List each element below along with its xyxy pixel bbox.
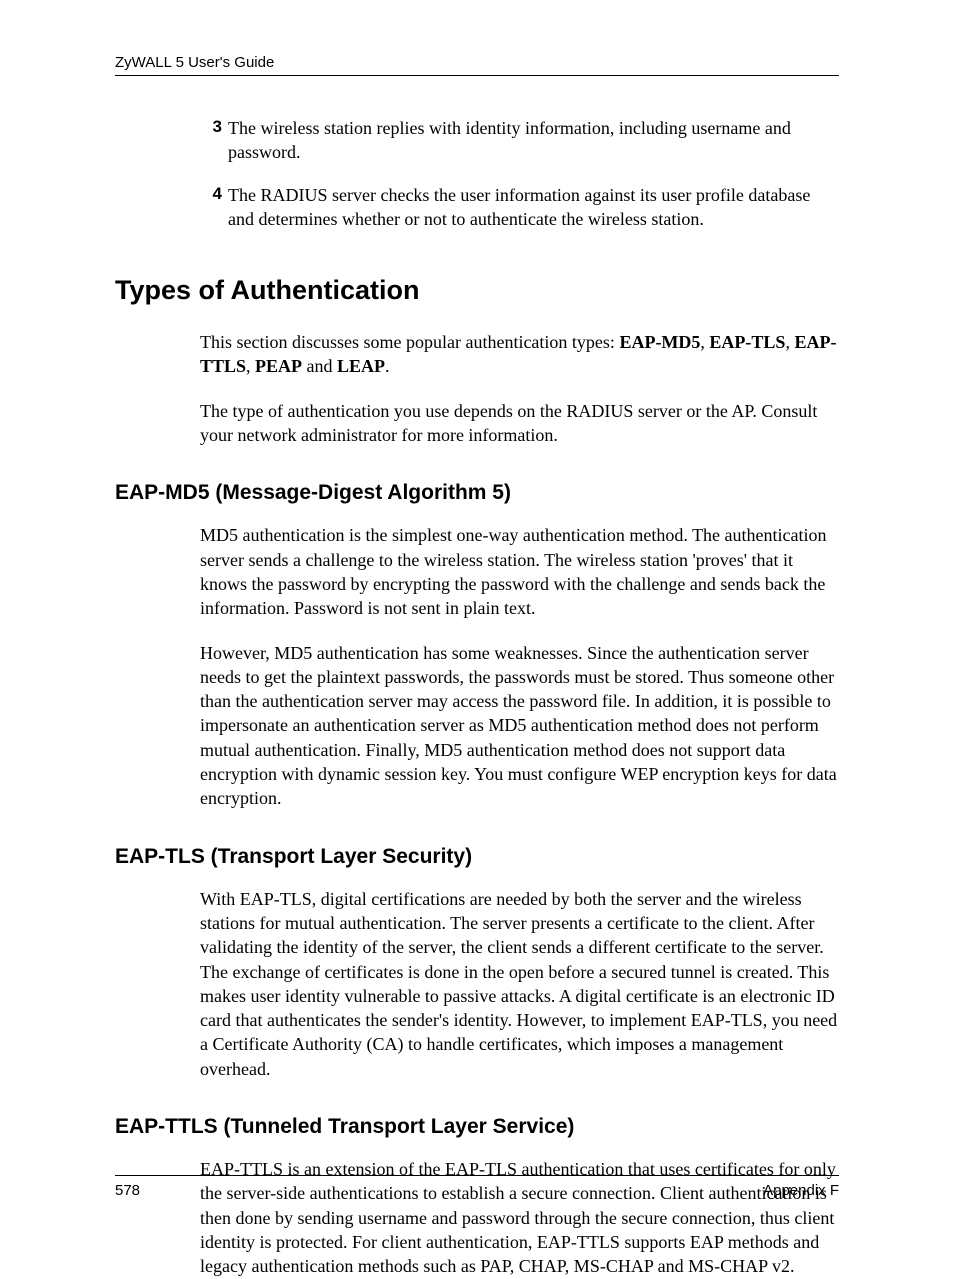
list-item: 3 The wireless station replies with iden… <box>200 116 839 165</box>
list-number: 4 <box>200 183 222 232</box>
section-intro: This section discusses some popular auth… <box>200 330 839 447</box>
numbered-list: 3 The wireless station replies with iden… <box>200 116 839 231</box>
list-text: The wireless station replies with identi… <box>228 116 839 165</box>
md5-paragraph-2: However, MD5 authentication has some wea… <box>200 641 839 811</box>
subsection-heading-md5: EAP-MD5 (Message-Digest Algorithm 5) <box>115 481 839 505</box>
period: . <box>385 356 390 376</box>
running-header: ZyWALL 5 User's Guide <box>115 54 839 75</box>
subsection-heading-tls: EAP-TLS (Transport Layer Security) <box>115 845 839 869</box>
subsection-heading-ttls: EAP-TTLS (Tunneled Transport Layer Servi… <box>115 1115 839 1139</box>
intro-paragraph-1: This section discusses some popular auth… <box>200 330 839 379</box>
page: ZyWALL 5 User's Guide 3 The wireless sta… <box>0 0 954 1235</box>
auth-type: EAP-MD5 <box>619 332 700 352</box>
page-number: 578 <box>115 1182 140 1199</box>
and: and <box>302 356 337 376</box>
auth-type: EAP-TLS <box>709 332 785 352</box>
list-item: 4 The RADIUS server checks the user info… <box>200 183 839 232</box>
intro-paragraph-2: The type of authentication you use depen… <box>200 399 839 448</box>
tls-paragraph-1: With EAP-TLS, digital certifications are… <box>200 887 839 1081</box>
page-footer: 578 Appendix F <box>115 1175 839 1199</box>
tls-body: With EAP-TLS, digital certifications are… <box>200 887 839 1081</box>
header-rule <box>115 75 839 76</box>
md5-body: MD5 authentication is the simplest one-w… <box>200 523 839 810</box>
section-heading: Types of Authentication <box>115 275 839 306</box>
footer-row: 578 Appendix F <box>115 1182 839 1199</box>
footer-rule <box>115 1175 839 1176</box>
intro-prefix: This section discusses some popular auth… <box>200 332 619 352</box>
auth-type: PEAP <box>255 356 302 376</box>
md5-paragraph-1: MD5 authentication is the simplest one-w… <box>200 523 839 620</box>
appendix-label: Appendix F <box>763 1182 839 1199</box>
sep: , <box>246 356 255 376</box>
list-text: The RADIUS server checks the user inform… <box>228 183 839 232</box>
list-number: 3 <box>200 116 222 165</box>
auth-type: LEAP <box>337 356 385 376</box>
